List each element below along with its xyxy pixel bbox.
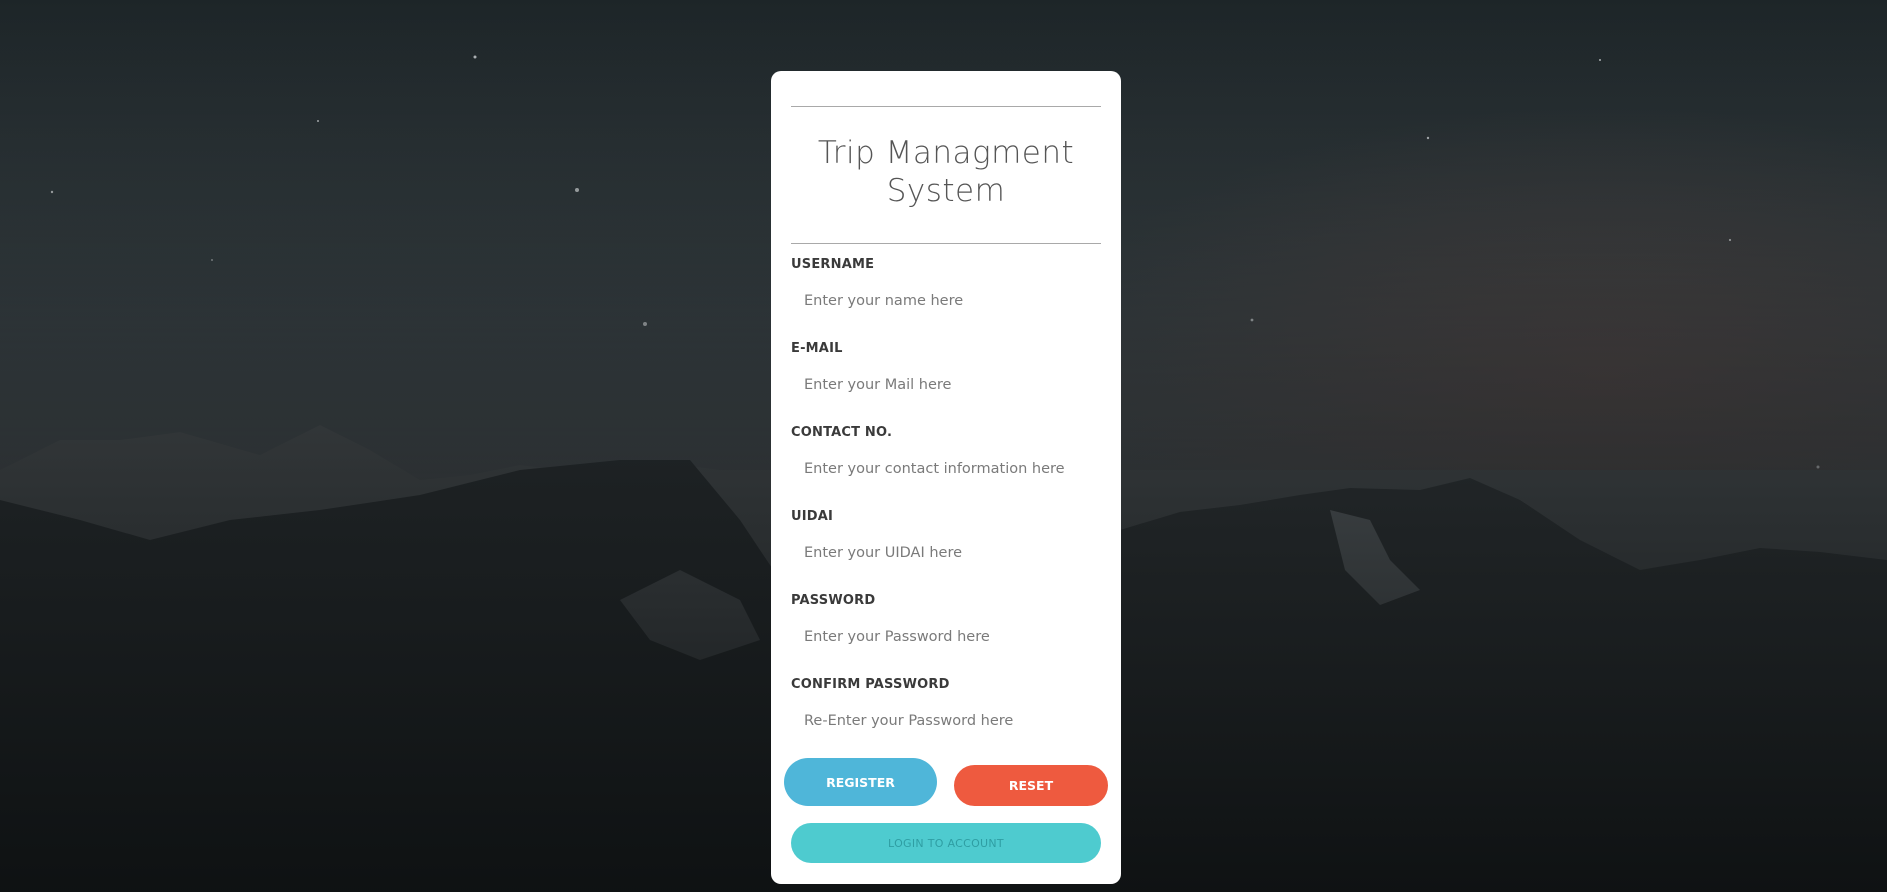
uidai-input[interactable] bbox=[791, 536, 1101, 570]
confirm-password-label: CONFIRM PASSWORD bbox=[791, 677, 950, 692]
title-divider bbox=[791, 243, 1101, 244]
password-input[interactable] bbox=[791, 620, 1101, 654]
uidai-label: UIDAI bbox=[791, 509, 834, 524]
password-label: PASSWORD bbox=[791, 593, 876, 608]
registration-card: Trip Managment System USERNAME E-MAIL CO… bbox=[771, 71, 1121, 884]
username-label: USERNAME bbox=[791, 257, 875, 272]
register-button[interactable]: REGISTER bbox=[784, 758, 937, 806]
page-title: Trip Managment System bbox=[817, 135, 1075, 209]
email-input[interactable] bbox=[791, 368, 1101, 402]
username-input[interactable] bbox=[791, 284, 1101, 318]
contact-input[interactable] bbox=[791, 452, 1101, 486]
confirm-password-input[interactable] bbox=[791, 704, 1101, 738]
email-label: E-MAIL bbox=[791, 341, 843, 356]
reset-button[interactable]: RESET bbox=[954, 765, 1108, 806]
login-to-account-button[interactable]: LOGIN TO ACCOUNT bbox=[791, 823, 1101, 863]
top-divider bbox=[791, 106, 1101, 107]
contact-label: CONTACT NO. bbox=[791, 425, 893, 440]
